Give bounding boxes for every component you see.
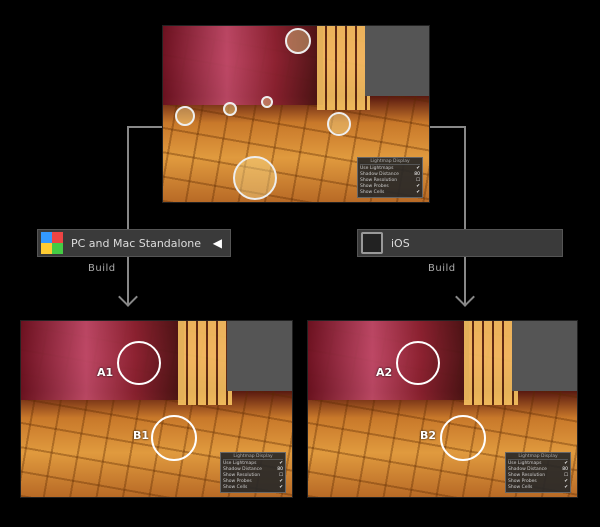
windows-mac-icon xyxy=(41,232,63,254)
arrow-down-icon xyxy=(118,287,138,307)
checkbox[interactable]: ✔ xyxy=(279,485,283,491)
background xyxy=(365,26,429,97)
light-probe-icon xyxy=(175,106,195,126)
connector xyxy=(127,126,129,230)
platform-pc-mac: PC and Mac Standalone ◀ xyxy=(37,229,231,257)
checkbox[interactable]: ✔ xyxy=(416,190,420,196)
connector xyxy=(127,126,162,128)
background xyxy=(226,321,292,392)
arrow-down-icon xyxy=(455,287,475,307)
marker-circle-a1 xyxy=(117,341,161,385)
checkbox[interactable]: ✔ xyxy=(564,485,568,491)
shoji-screen xyxy=(317,26,371,111)
light-probe-icon xyxy=(261,96,273,108)
build-label: Build xyxy=(88,263,116,274)
unity-icon: ◀ xyxy=(212,236,222,250)
marker-circle-a2 xyxy=(396,341,440,385)
marker-b1: B1 xyxy=(133,429,150,442)
shoji-screen xyxy=(178,321,233,406)
lightmap-display-panel: Lightmap Display Use Lightmaps ✔ Shadow D… xyxy=(220,452,286,493)
pc-build-view: A1 B1 Lightmap Display Use Lightmaps ✔ Sh… xyxy=(20,320,293,498)
shoji-screen xyxy=(464,321,518,406)
connector xyxy=(430,126,466,128)
light-probe-icon xyxy=(233,156,277,200)
editor-scene-view: Lightmap Display Use Lightmaps ✔ Shadow D… xyxy=(162,25,430,203)
light-probe-icon xyxy=(223,102,237,116)
marker-circle-b1 xyxy=(151,415,197,461)
marker-a2: A2 xyxy=(376,366,393,379)
light-probe-icon xyxy=(327,112,351,136)
platform-ios: iOS xyxy=(357,229,563,257)
wall xyxy=(308,321,470,401)
marker-circle-b2 xyxy=(440,415,486,461)
lightmap-display-panel: Lightmap Display Use Lightmaps ✔ Shadow D… xyxy=(357,157,423,198)
ios-build-view: A2 B2 Lightmap Display Use Lightmaps ✔ Sh… xyxy=(307,320,578,498)
build-label: Build xyxy=(428,263,456,274)
ipad-icon xyxy=(361,232,383,254)
background xyxy=(512,321,577,392)
light-probe-icon xyxy=(285,28,311,54)
marker-a1: A1 xyxy=(97,366,114,379)
marker-b2: B2 xyxy=(420,429,437,442)
lightmap-display-panel: Lightmap Display Use Lightmaps ✔ Shadow D… xyxy=(505,452,571,493)
connector xyxy=(464,126,466,230)
